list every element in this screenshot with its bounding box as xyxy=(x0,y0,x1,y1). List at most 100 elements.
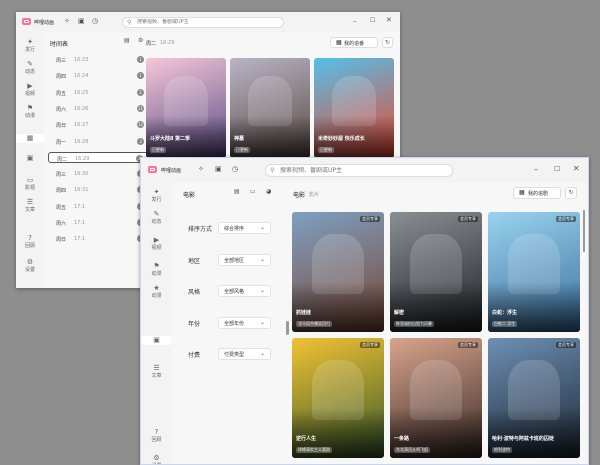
sidebar-item-film[interactable]: ▣ xyxy=(16,154,44,163)
sidebar-item-回顾[interactable]: ? 回顾 xyxy=(141,428,172,444)
filter-select[interactable]: 全部地区 ⌄ xyxy=(218,253,271,266)
search-input[interactable] xyxy=(280,167,448,174)
timeline-time: 17:1 xyxy=(74,236,86,243)
palette-icon[interactable]: ◕ xyxy=(266,189,271,195)
history-icon[interactable]: ◷ xyxy=(92,18,98,25)
timeline-item[interactable]: 周五17:11 xyxy=(48,201,149,212)
maximize-button[interactable]: ☐ xyxy=(554,166,560,173)
timeline-day: 周六 xyxy=(56,106,67,113)
timeline-item[interactable]: 周六 16:26 11 xyxy=(48,103,149,114)
window-icon[interactable]: ▣ xyxy=(215,166,222,173)
timeline-day: 周日 xyxy=(56,123,67,130)
my-follow-button[interactable]: ▦ 我的追剧 xyxy=(513,187,561,199)
filter-select[interactable]: 综合排序 ⌄ xyxy=(218,222,271,234)
calendar-icon[interactable]: ▤ xyxy=(124,38,130,44)
sidebar-item-动漫[interactable]: ⚑ 动漫 xyxy=(16,104,44,120)
timeline-item[interactable]: 周五 16:25 2 xyxy=(48,87,149,98)
refresh-button[interactable]: ↻ xyxy=(382,37,393,48)
content-scrollbar[interactable] xyxy=(583,210,585,252)
timeline-item[interactable]: 周日17:11 xyxy=(48,233,149,244)
sidebar-item-回顾[interactable]: ? 回顾 xyxy=(16,234,44,250)
sidebar-item-文章[interactable]: ☰ 文章 xyxy=(16,198,44,214)
media-card[interactable]: 神墓 已更新 xyxy=(230,58,310,158)
vip-badge: 会员专享 xyxy=(556,342,576,348)
timeline-day: 周二 xyxy=(57,156,68,163)
sidebar-item-动态[interactable]: ✎ 动态 xyxy=(16,60,44,76)
pin-icon[interactable]: ✧ xyxy=(64,18,70,25)
minimize-button[interactable]: – xyxy=(353,18,357,25)
sidebar-item-设置[interactable]: ⚙设置 xyxy=(141,454,172,464)
sidebar-item-视频[interactable]: ▶ 视频 xyxy=(16,82,44,98)
calendar-icon[interactable]: ▤ xyxy=(234,189,240,195)
sidebar-item-grid[interactable]: ▦ xyxy=(16,134,44,143)
search-input[interactable] xyxy=(137,19,277,25)
timeline-item[interactable]: 周二16:293 xyxy=(48,151,149,163)
sidebar-item-发行[interactable]: ✦ 发行 xyxy=(141,188,172,204)
sidebar-item-设置[interactable]: ⚙设置 xyxy=(16,258,44,274)
maximize-button[interactable]: ☐ xyxy=(370,18,375,24)
card-subtitle: 哈利波特 xyxy=(492,447,512,453)
pin-icon[interactable]: ✧ xyxy=(198,166,204,173)
card-title: 白蛇：浮生 xyxy=(492,310,518,316)
close-button[interactable]: ✕ xyxy=(573,165,580,173)
section-title: 电影 xyxy=(183,192,196,199)
close-button[interactable]: ✕ xyxy=(386,17,392,24)
sidebar-item-动漫[interactable]: ⚑ 动漫 xyxy=(141,262,172,278)
monitor-icon[interactable]: ▭ xyxy=(250,189,256,195)
sidebar-item-动漫[interactable]: ★ 动漫 xyxy=(141,284,172,300)
sidebar-item-film[interactable]: ▣ xyxy=(141,336,172,345)
media-card[interactable]: 会员专享 解密 陈思诚拍出智力风暴 xyxy=(390,212,482,332)
timeline-item[interactable]: 周日 16:27 12 xyxy=(48,119,149,130)
media-card[interactable]: 会员专享 白蛇：浮生 白蛇二 浮生 xyxy=(488,212,580,332)
filter-select[interactable]: 付费类型 ⌄ xyxy=(218,348,271,360)
timeline-day: 周五 xyxy=(56,90,67,97)
sidebar-item-发行[interactable]: ✦ 发行 xyxy=(16,38,44,54)
media-card[interactable]: 会员专享 逆行人生 徐峥演实主义喜剧 xyxy=(292,338,384,458)
filter-scrollbar[interactable] xyxy=(286,321,289,335)
sparkle-icon: ✦ xyxy=(153,188,160,196)
filter-select[interactable]: 全部风格 ⌄ xyxy=(218,285,271,297)
timeline-time: 16:23 xyxy=(74,57,89,63)
timeline-item[interactable]: 周一 16:28 3 xyxy=(48,136,149,147)
filter-label: 风格 xyxy=(188,289,201,296)
refresh-button[interactable]: ↻ xyxy=(565,187,577,199)
media-card[interactable]: 会员专享 抓娃娃 沈马组合爆笑回归 xyxy=(292,212,384,332)
settings-icon[interactable]: ⚙ xyxy=(138,38,143,44)
sidebar-item-label: 发行 xyxy=(151,197,162,203)
timeline-day: 周三 xyxy=(56,58,67,64)
search-box[interactable]: ⚲ xyxy=(122,17,284,28)
filter-select[interactable]: 全部年份 ⌄ xyxy=(218,316,271,329)
vip-badge: 会员专享 xyxy=(458,342,478,348)
media-card[interactable]: 斗罗大陆Ⅱ 第二季 已更新 xyxy=(146,58,226,158)
search-icon: ⚲ xyxy=(270,167,275,174)
history-icon[interactable]: ◷ xyxy=(232,166,238,173)
page-subtitle: 影片 xyxy=(309,192,320,198)
search-box[interactable]: ⚲ xyxy=(265,164,453,177)
timeline-item[interactable]: 周三 16:23 1 xyxy=(48,54,149,65)
sidebar-item-影视[interactable]: ▭ 影视 xyxy=(16,176,44,192)
window-icon[interactable]: ▣ xyxy=(78,18,85,25)
timeline-item[interactable]: 周四 16:24 1 xyxy=(48,70,149,81)
star-icon: ★ xyxy=(153,284,160,292)
sidebar-item-label: 文章 xyxy=(151,373,162,379)
media-card[interactable]: 会员专享 一条路 东北演员从鸡飞起 xyxy=(390,338,482,458)
sidebar-item-视频[interactable]: ▶ 视频 xyxy=(141,236,172,252)
timeline-item[interactable]: 周四16:312 xyxy=(48,184,149,195)
chat-icon: ✎ xyxy=(153,210,160,218)
filter-value: 全部年份 xyxy=(224,320,245,327)
media-card[interactable]: 米奇妙妙屋 快乐成长 已更新 xyxy=(314,58,394,158)
timeline-item[interactable]: 周六17:11 xyxy=(48,217,149,228)
chevron-down-icon: ⌄ xyxy=(259,318,265,326)
timeline-item[interactable]: 周三16:302 xyxy=(48,168,149,179)
minimize-button[interactable]: – xyxy=(534,166,538,174)
filter-label: 付费 xyxy=(188,352,201,359)
timeline-day: 周三 xyxy=(56,172,67,179)
sidebar-item-文章[interactable]: ☰ 文章 xyxy=(141,364,172,380)
media-card[interactable]: 会员专享 哈利·波特与阿兹卡班的囚徒 哈利波特 xyxy=(488,338,580,458)
my-follow-button[interactable]: ▦ 我的追番 xyxy=(330,37,378,48)
sidebar-item-动态[interactable]: ✎ 动态 xyxy=(141,210,172,226)
refresh-icon: ↻ xyxy=(568,189,574,196)
play-icon: ▶ xyxy=(27,82,33,90)
timeline-panel: 时间表 ▤ ⚙ 周三 16:23 1 周四 16:24 1 周五 16:25 2 周六 16:26 1… xyxy=(44,32,152,288)
title-bar: 哔哩动画 ✧ ▣ ◷ ⚲ – ☐ ✕ xyxy=(141,158,588,182)
